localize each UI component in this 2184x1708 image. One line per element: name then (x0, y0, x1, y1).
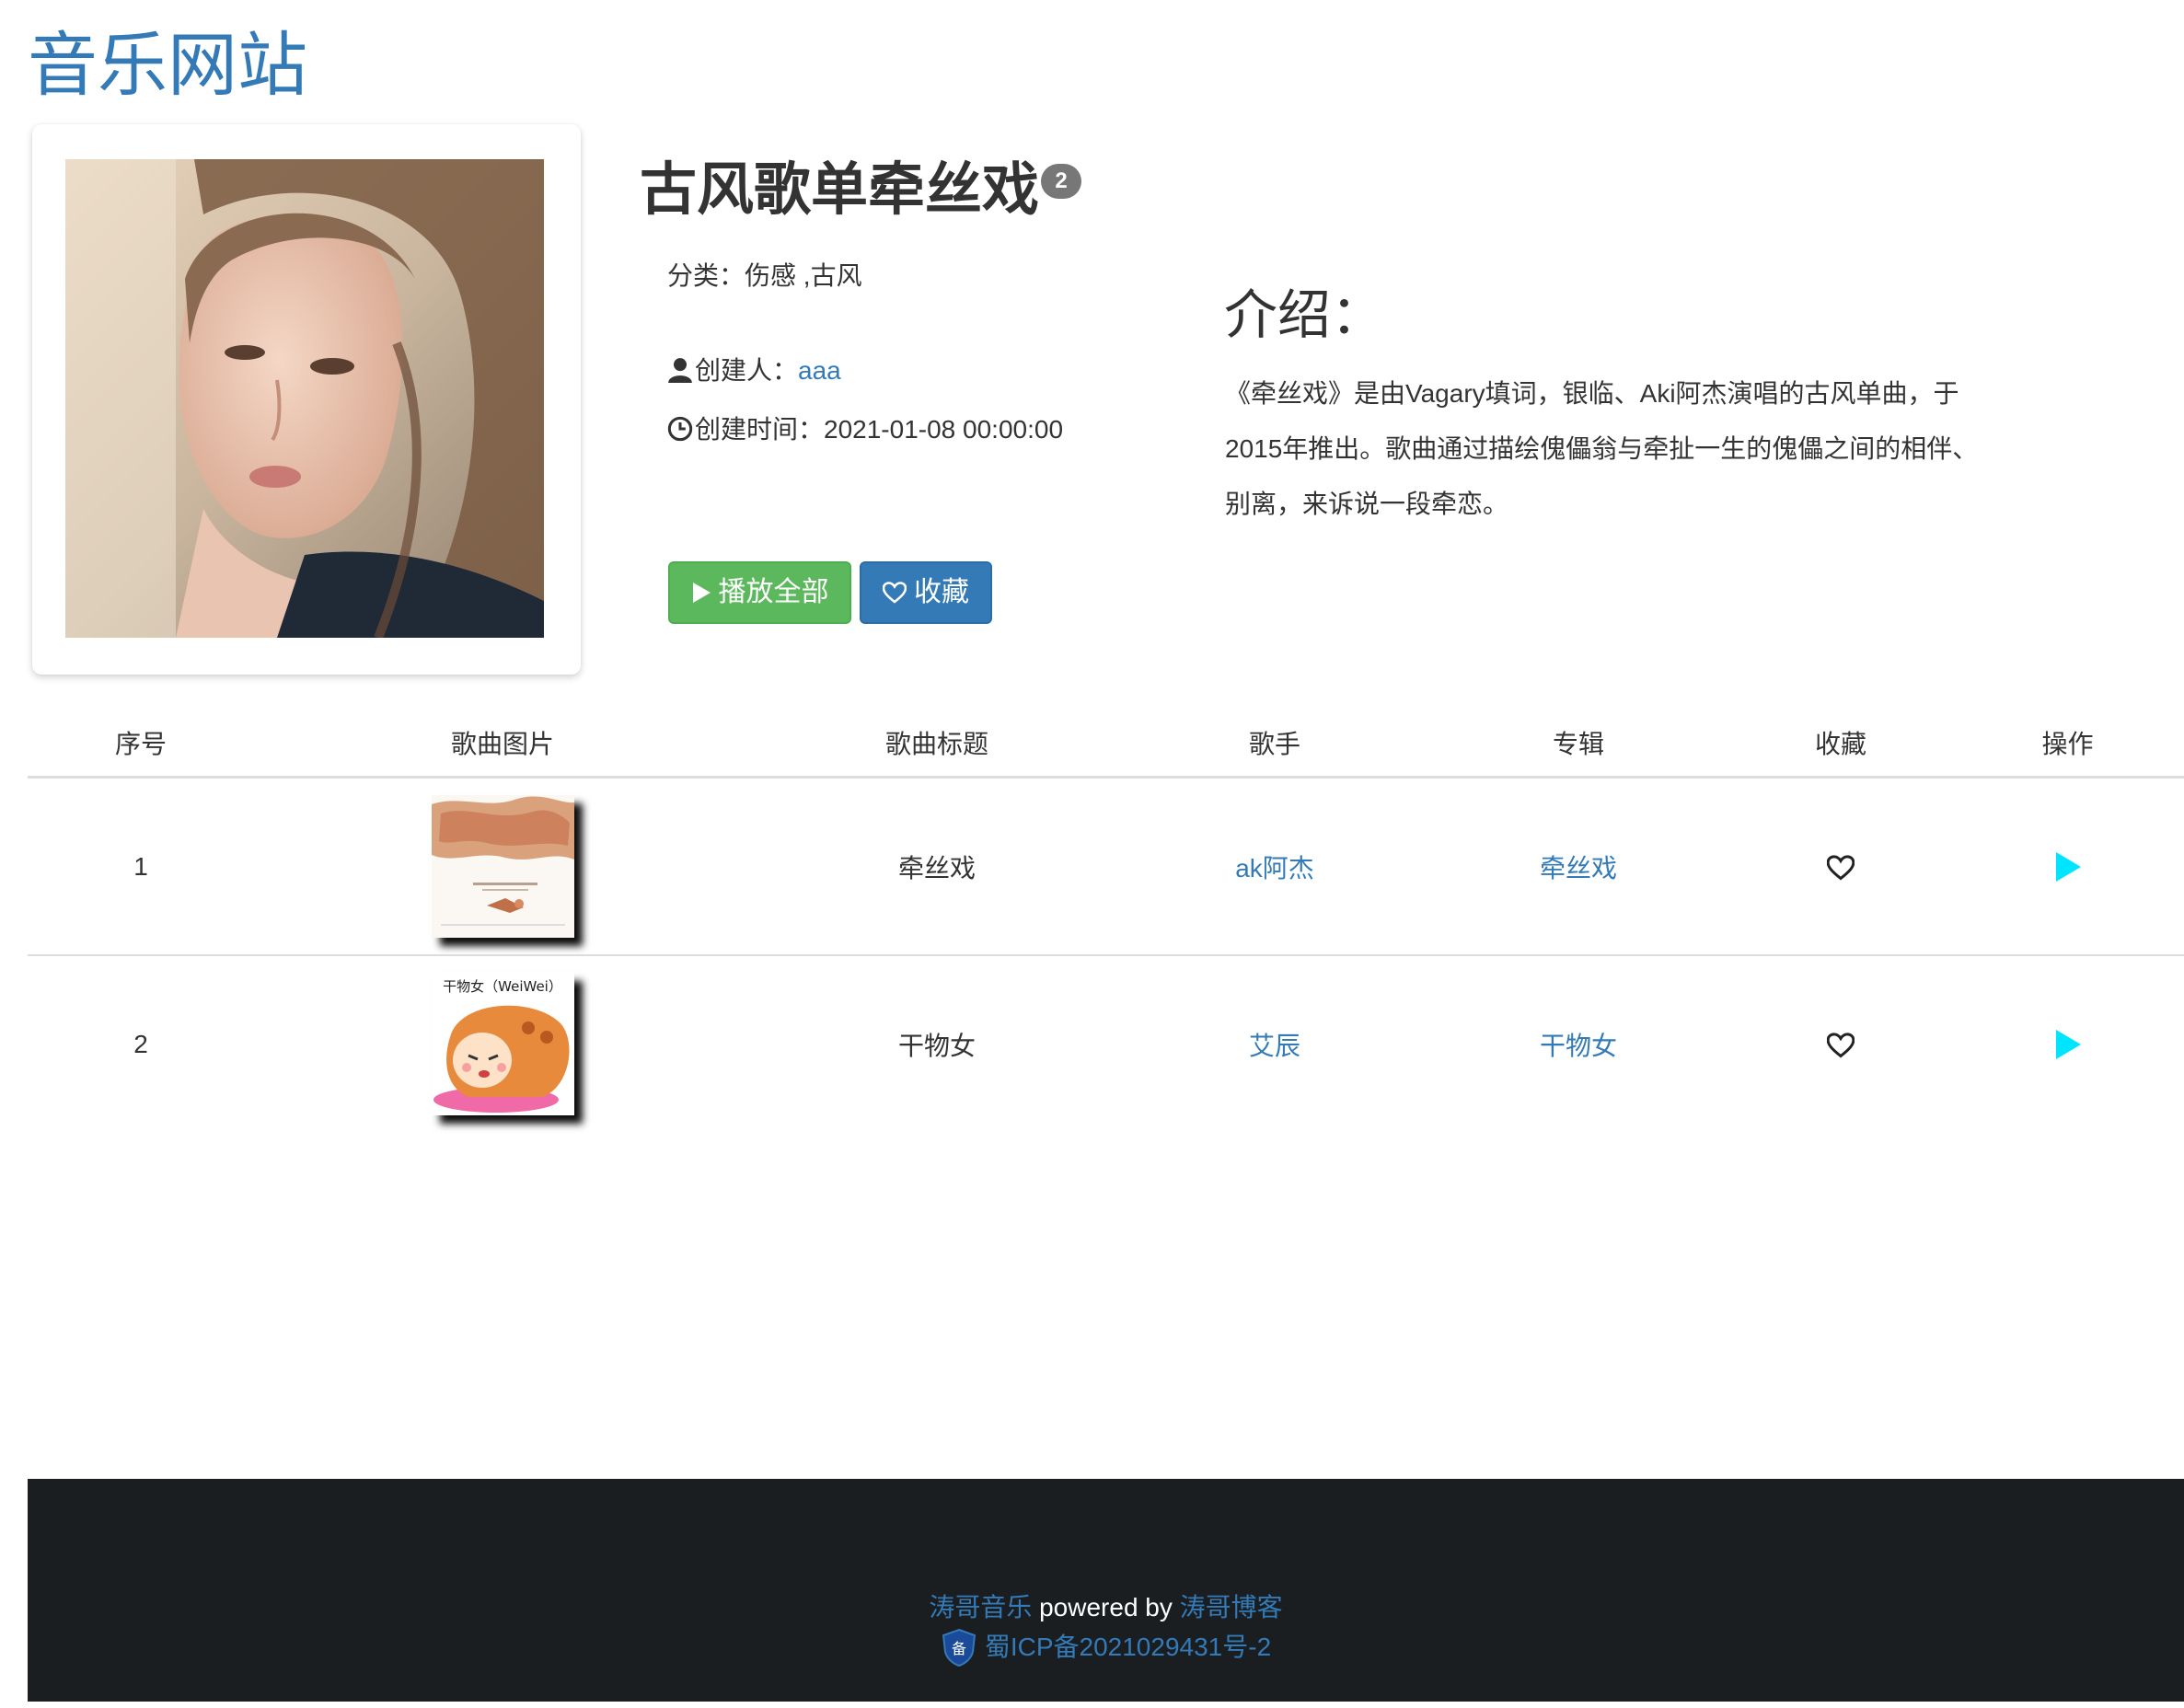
creator-link[interactable]: aaa (798, 356, 841, 385)
intro-heading: 介绍： (1224, 285, 1385, 345)
footer-icp-line: 备 蜀ICP备2021029431号-2 (28, 1628, 2184, 1677)
play-icon (692, 583, 711, 603)
playlist-created-time: 创建时间：2021-01-08 00:00:00 (667, 411, 1063, 448)
song-cover-caption: 干物女（WeiWei） (443, 978, 562, 995)
created-label: 创建时间： (695, 415, 825, 444)
play-icon[interactable] (2054, 851, 2082, 883)
site-footer: 涛哥音乐 powered by 涛哥博客 备 蜀ICP备2021029431号-… (28, 1479, 2184, 1702)
user-icon (667, 357, 693, 383)
created-time: 2021-01-08 00:00:00 (824, 415, 1064, 444)
playlist-cover-card (32, 124, 581, 675)
footer-powered-text: powered by (1032, 1593, 1180, 1621)
play-icon[interactable] (2054, 1029, 2082, 1060)
playlist-title-text: 古风歌单牵丝戏 (640, 158, 1040, 222)
favorite-cell (1730, 955, 1951, 1132)
favorite-cell (1730, 777, 1951, 956)
operation-cell (1951, 955, 2184, 1132)
album-link[interactable]: 干物女 (1540, 1032, 1617, 1060)
operation-cell (1951, 777, 2184, 956)
intro-text: 《牵丝戏》是由Vagary填词，银临、Aki阿杰演唱的古风单曲，于2015年推出… (1225, 379, 1979, 518)
svg-text:备: 备 (952, 1640, 966, 1657)
footer-brand-link[interactable]: 涛哥音乐 (929, 1593, 1032, 1621)
song-cover-image[interactable]: 干物女（WeiWei） (431, 973, 574, 1115)
heart-icon[interactable] (1827, 1033, 1855, 1058)
header-number: 序号 (28, 709, 254, 779)
header-singer: 歌手 (1123, 709, 1427, 779)
header-title: 歌曲标题 (751, 709, 1123, 779)
footer-blog-link[interactable]: 涛哥博客 (1180, 1593, 1283, 1621)
police-badge-icon: 备 (941, 1628, 977, 1677)
favorite-playlist-button[interactable]: 收藏 (860, 561, 992, 624)
singer-link[interactable]: ak阿杰 (1235, 854, 1314, 883)
song-picture-cell: 干物女（WeiWei） (254, 955, 751, 1132)
clock-icon (667, 416, 693, 442)
header-operation: 操作 (1951, 709, 2184, 779)
table-header-row: 序号 歌曲图片 歌曲标题 歌手 专辑 收藏 操作 (28, 709, 2184, 779)
song-count-badge: 2 (1041, 164, 1082, 199)
heart-icon (883, 582, 907, 604)
site-title[interactable]: 音乐网站 (28, 20, 307, 112)
song-number: 1 (28, 777, 254, 956)
playlist-creator: 创建人：aaa (667, 352, 841, 389)
header-album: 专辑 (1427, 709, 1730, 779)
playlist-category: 分类：伤感 ,古风 (667, 258, 862, 294)
song-cover-image[interactable] (431, 795, 574, 938)
song-title: 牵丝戏 (751, 777, 1123, 956)
header-picture: 歌曲图片 (254, 709, 751, 779)
table-row: 1 牵丝戏 ak阿杰 牵丝戏 (28, 777, 2184, 956)
table-row: 2 干物女（WeiWei） 干物女 艾辰 干物女 (28, 955, 2184, 1132)
song-title: 干物女 (897, 1031, 976, 1060)
song-picture-cell (254, 777, 751, 956)
footer-powered-line: 涛哥音乐 powered by 涛哥博客 (28, 1589, 2184, 1626)
singer-link[interactable]: 艾辰 (1249, 1032, 1300, 1060)
category-value: 伤感 ,古风 (745, 261, 862, 290)
heart-icon[interactable] (1827, 855, 1855, 881)
favorite-label: 收藏 (914, 577, 969, 607)
album-link[interactable]: 牵丝戏 (1540, 854, 1617, 883)
playlist-title: 古风歌单牵丝戏 2 (640, 149, 1082, 232)
song-number: 2 (133, 1029, 148, 1058)
header-favorite: 收藏 (1730, 709, 1951, 779)
play-all-label: 播放全部 (718, 577, 829, 607)
playlist-cover-image (65, 159, 544, 638)
play-all-button[interactable]: 播放全部 (668, 561, 851, 624)
icp-link[interactable]: 蜀ICP备2021029431号-2 (985, 1633, 1271, 1661)
creator-label: 创建人： (695, 356, 799, 385)
category-label: 分类： (667, 261, 745, 290)
song-table: 序号 歌曲图片 歌曲标题 歌手 专辑 收藏 操作 1 牵丝戏 ak阿杰 牵丝戏 … (28, 709, 2184, 1132)
